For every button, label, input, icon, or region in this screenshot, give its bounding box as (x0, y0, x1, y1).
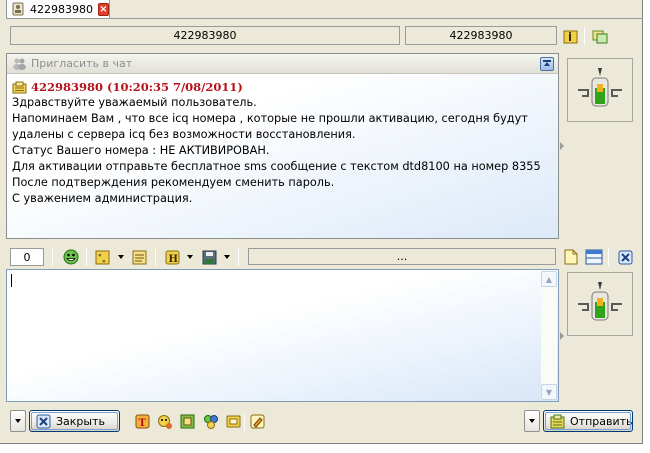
chat-history-panel: Пригласить в чат 422983980 (10:20:35 7/0… (6, 53, 559, 239)
divider (86, 248, 87, 266)
own-avatar (567, 272, 633, 336)
quote-dropdown-icon[interactable] (118, 255, 124, 259)
scroll-down-arrow-icon[interactable]: ▼ (541, 384, 557, 400)
message-line: Для активации отправьте бесплатное sms с… (12, 160, 541, 173)
divider (155, 248, 156, 266)
smiley-button[interactable] (62, 248, 80, 266)
pencil-icon (250, 414, 265, 429)
new-doc-button[interactable] (562, 248, 580, 266)
history-folder-icon (592, 29, 608, 44)
pencil-button[interactable] (249, 413, 266, 430)
divider (584, 27, 585, 45)
text-t-icon: T (135, 414, 150, 429)
layout-icon (585, 249, 603, 265)
divider (244, 413, 245, 431)
divider (52, 248, 53, 266)
message-line: Статус Вашего номера : НЕ АКТИВИРОВАН. (12, 144, 270, 157)
emoticon-icon (157, 414, 173, 430)
message-header-text: 422983980 (10:20:35 7/08/2011) (31, 80, 243, 94)
contact-card-button[interactable] (225, 413, 242, 430)
uin-value: 422983980 (449, 29, 513, 42)
close-icon[interactable]: × (98, 2, 109, 16)
tab-strip-border (110, 18, 643, 19)
layout-button[interactable] (585, 248, 603, 266)
message-line: После подтверждения рекомендуем сменить … (12, 176, 335, 189)
nickname-field: 422983980 (10, 26, 400, 45)
splitter-arrow[interactable] (560, 332, 564, 340)
close-window-icon (36, 414, 51, 429)
quote-icon: «» (95, 250, 110, 265)
text-caret (11, 274, 12, 287)
chevron-down-icon (15, 419, 21, 423)
close-button[interactable]: Закрыть (29, 410, 120, 432)
nickname-value: 422983980 (173, 29, 237, 42)
chevron-down-icon (529, 419, 535, 423)
invite-users-icon (12, 57, 27, 70)
plugins-icon (203, 414, 219, 430)
message-header: 422983980 (10:20:35 7/08/2011) (12, 79, 553, 95)
send-button[interactable]: Отправить (543, 410, 633, 432)
input-scrollbar[interactable]: ▲ ▼ (541, 271, 557, 400)
history-h-button[interactable]: H (163, 248, 181, 266)
tab-title: 422983980 (30, 2, 93, 16)
save-dropdown-icon[interactable] (224, 255, 230, 259)
typing-status-field: ... (248, 248, 556, 265)
message: 422983980 (10:20:35 7/08/2011) Здравству… (12, 79, 553, 207)
icq-avatar-icon (578, 282, 622, 321)
save-button[interactable] (200, 248, 218, 266)
message-line: удалены с сервера icq без возможности во… (12, 128, 356, 141)
contact-icon (11, 2, 25, 16)
message-line: С уважением администрация. (12, 192, 193, 205)
save-icon (202, 250, 217, 265)
emoticon-button[interactable] (156, 413, 173, 430)
send-options-dropdown[interactable] (524, 410, 540, 432)
chat-window: 422983980 × 422983980 422983980 Пригласи… (0, 0, 643, 444)
notes-button[interactable] (179, 413, 196, 430)
message-envelope-icon (12, 81, 27, 94)
smiley-icon (63, 249, 79, 265)
char-counter: 0 (10, 248, 44, 266)
message-line: Напоминаем Вам , что все icq номера , ко… (12, 112, 528, 125)
text-format-icon (132, 250, 147, 265)
new-doc-icon (564, 249, 578, 265)
message-input[interactable]: ▲ ▼ (6, 269, 559, 402)
splitter-arrow[interactable] (560, 142, 564, 150)
send-button-label: Отправить (570, 414, 633, 428)
text-format-button[interactable] (130, 248, 148, 266)
invite-bar[interactable]: Пригласить в чат (7, 54, 558, 74)
message-line: Здравствуйте уважаемый пользователь. (12, 96, 257, 109)
divider (608, 248, 609, 266)
history-h-icon: H (165, 250, 180, 265)
scroll-up-icon[interactable] (540, 57, 554, 71)
close-x-icon (618, 250, 633, 265)
scroll-up-arrow-icon[interactable]: ▲ (541, 271, 557, 287)
font-button[interactable]: T (134, 413, 151, 430)
plugins-button[interactable] (202, 413, 219, 430)
close-chat-button[interactable] (616, 248, 634, 266)
send-icon (550, 414, 565, 429)
quote-button[interactable]: «» (93, 248, 111, 266)
svg-text:»: » (102, 258, 106, 265)
invite-label: Пригласить в чат (31, 57, 133, 70)
divider (238, 248, 239, 266)
user-info-icon (563, 29, 578, 44)
close-button-label: Закрыть (56, 414, 105, 428)
uin-field: 422983980 (405, 26, 557, 45)
contact-card-icon (226, 414, 241, 429)
svg-text:T: T (139, 418, 147, 429)
typing-status-value: ... (396, 250, 408, 263)
history-button[interactable] (591, 27, 609, 45)
history-dropdown-icon[interactable] (187, 255, 193, 259)
chat-tab[interactable]: 422983980 × (6, 0, 110, 19)
svg-text:H: H (168, 254, 177, 265)
char-counter-value: 0 (23, 250, 31, 264)
notes-icon (180, 414, 195, 429)
contact-avatar (567, 58, 633, 122)
icq-avatar-icon (578, 68, 622, 107)
close-options-dropdown[interactable] (10, 410, 26, 432)
user-info-button[interactable] (561, 27, 579, 45)
